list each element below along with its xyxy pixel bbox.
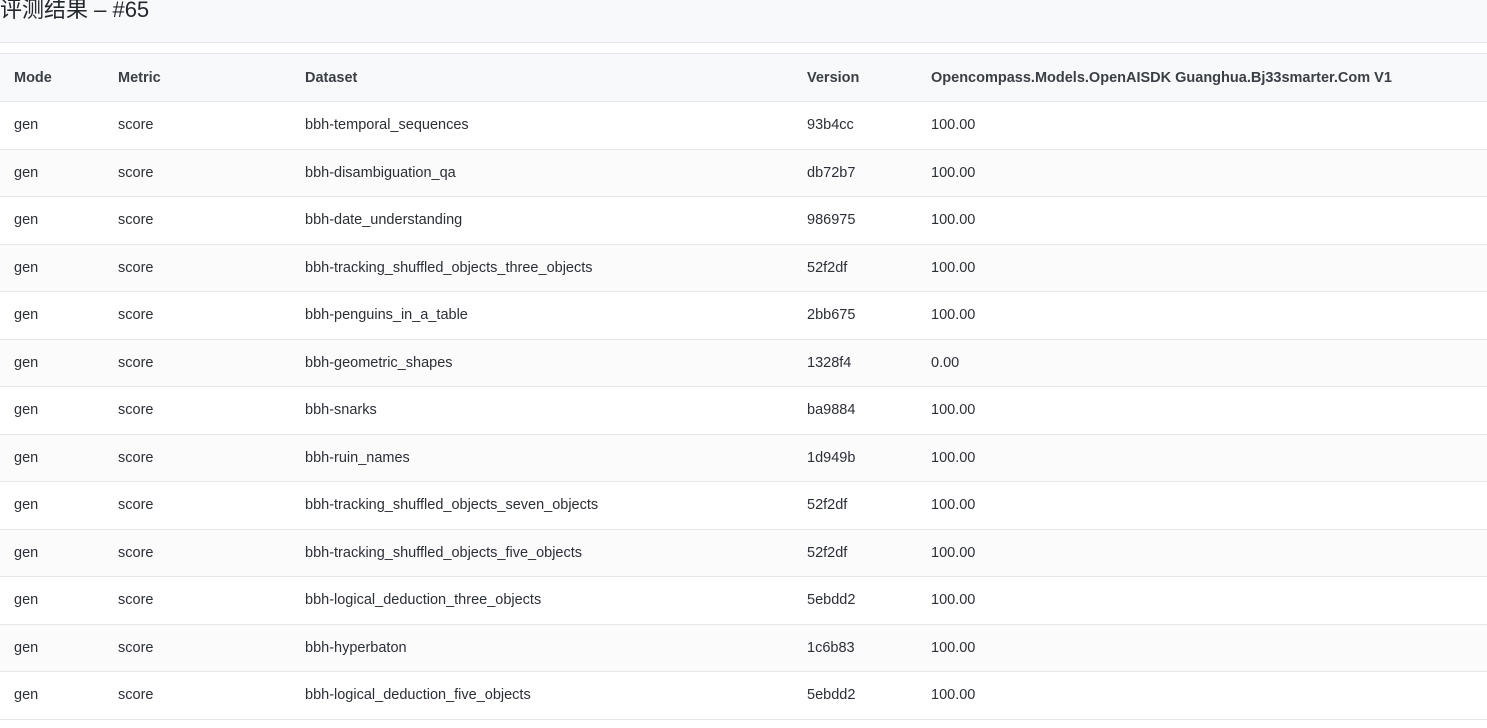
results-page: 评测结果 – #65 Mode Metric Dataset Version O… [0,0,1487,728]
cell-mode: gen [0,244,104,292]
cell-metric: score [104,196,291,245]
cell-mode: gen [0,149,104,197]
cell-mode: gen [0,291,104,340]
cell-dataset: bbh-temporal_sequences [291,101,793,150]
cell-metric: score [104,671,291,720]
table-row: gen score bbh-tracking_shuffled_objects_… [0,529,1487,577]
cell-metric: score [104,244,291,292]
cell-metric: score [104,434,291,482]
column-header-dataset: Dataset [291,53,793,102]
page-title: 评测结果 – #65 [0,0,150,22]
cell-score: 100.00 [917,291,1487,340]
cell-dataset: bbh-penguins_in_a_table [291,291,793,340]
cell-dataset: bbh-geometric_shapes [291,339,793,387]
title-bar: 评测结果 – #65 [0,0,1487,43]
cell-score: 100.00 [917,101,1487,150]
column-header-version: Version [793,53,917,102]
cell-dataset: bbh-ruin_names [291,434,793,482]
cell-dataset: bbh-logical_deduction_five_objects [291,671,793,720]
cell-dataset: bbh-logical_deduction_three_objects [291,576,793,625]
cell-mode: gen [0,576,104,625]
cell-mode: gen [0,386,104,435]
table-row: gen score bbh-disambiguation_qa db72b7 1… [0,149,1487,197]
table-row: gen score bbh-logical_deduction_five_obj… [0,671,1487,720]
cell-score: 100.00 [917,576,1487,625]
table-row: gen score bbh-logical_deduction_three_ob… [0,576,1487,625]
cell-version: 93b4cc [793,101,917,150]
cell-mode: gen [0,339,104,387]
cell-mode: gen [0,624,104,672]
cell-dataset: bbh-hyperbaton [291,624,793,672]
column-header-metric: Metric [104,53,291,102]
table-row: gen score bbh-tracking_shuffled_objects_… [0,244,1487,292]
cell-version: 5ebdd2 [793,576,917,625]
cell-dataset: bbh-tracking_shuffled_objects_five_objec… [291,529,793,577]
cell-version: 5ebdd2 [793,671,917,720]
cell-mode: gen [0,434,104,482]
cell-metric: score [104,624,291,672]
cell-version: ba9884 [793,386,917,435]
cell-version: 52f2df [793,529,917,577]
cell-score: 100.00 [917,386,1487,435]
cell-score: 100.00 [917,624,1487,672]
column-header-mode: Mode [0,53,104,102]
cell-mode: gen [0,101,104,150]
cell-mode: gen [0,671,104,720]
cell-metric: score [104,529,291,577]
cell-mode: gen [0,481,104,530]
cell-dataset: bbh-tracking_shuffled_objects_seven_obje… [291,481,793,530]
cell-metric: score [104,481,291,530]
table-row: gen score bbh-temporal_sequences 93b4cc … [0,101,1487,150]
cell-score: 100.00 [917,529,1487,577]
results-table: Mode Metric Dataset Version Opencompass.… [0,53,1487,720]
cell-metric: score [104,576,291,625]
cell-version: 52f2df [793,244,917,292]
table-row: gen score bbh-hyperbaton 1c6b83 100.00 [0,624,1487,672]
table-header-row: Mode Metric Dataset Version Opencompass.… [0,53,1487,102]
table-row: gen score bbh-penguins_in_a_table 2bb675… [0,291,1487,340]
table-row: gen score bbh-ruin_names 1d949b 100.00 [0,434,1487,482]
table-row: gen score bbh-snarks ba9884 100.00 [0,386,1487,435]
cell-version: 986975 [793,196,917,245]
cell-dataset: bbh-disambiguation_qa [291,149,793,197]
cell-score: 0.00 [917,339,1487,387]
cell-score: 100.00 [917,244,1487,292]
cell-dataset: bbh-date_understanding [291,196,793,245]
table-row: gen score bbh-geometric_shapes 1328f4 0.… [0,339,1487,387]
cell-mode: gen [0,196,104,245]
cell-score: 100.00 [917,481,1487,530]
cell-version: 1d949b [793,434,917,482]
cell-dataset: bbh-snarks [291,386,793,435]
cell-dataset: bbh-tracking_shuffled_objects_three_obje… [291,244,793,292]
cell-version: db72b7 [793,149,917,197]
cell-mode: gen [0,529,104,577]
cell-version: 1328f4 [793,339,917,387]
cell-score: 100.00 [917,196,1487,245]
table-row: gen score bbh-date_understanding 986975 … [0,196,1487,245]
cell-metric: score [104,339,291,387]
cell-metric: score [104,149,291,197]
cell-version: 2bb675 [793,291,917,340]
cell-score: 100.00 [917,434,1487,482]
cell-version: 1c6b83 [793,624,917,672]
cell-metric: score [104,101,291,150]
spacer [0,43,1487,53]
column-header-model: Opencompass.Models.OpenAISDK Guanghua.Bj… [917,53,1487,102]
cell-metric: score [104,386,291,435]
cell-metric: score [104,291,291,340]
cell-version: 52f2df [793,481,917,530]
cell-score: 100.00 [917,671,1487,720]
cell-score: 100.00 [917,149,1487,197]
table-row: gen score bbh-tracking_shuffled_objects_… [0,481,1487,530]
